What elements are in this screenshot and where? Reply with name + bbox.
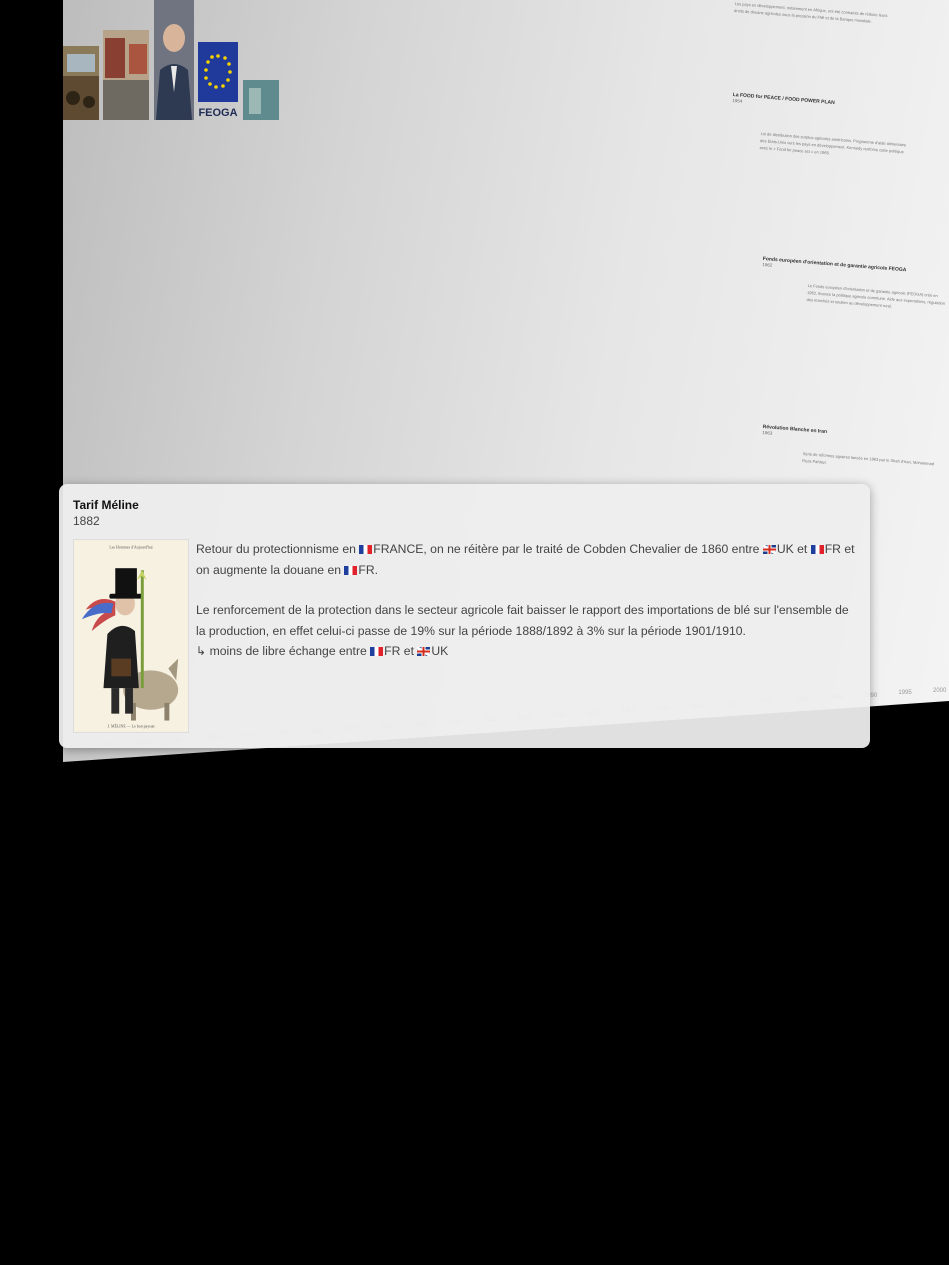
timeline-entry-3-text: Le Fonds européen d'orientation et de ga…: [806, 282, 946, 309]
text-segment: UK: [431, 644, 449, 658]
feoga-logo: FEOGA: [198, 42, 239, 119]
uk-flag-icon: [417, 647, 431, 656]
event-thumbnail-iran[interactable]: [242, 80, 279, 120]
text-segment: FR: [824, 542, 841, 556]
event-thumbnail-tractor[interactable]: [63, 46, 99, 120]
axis-tick-label: 1995: [898, 690, 912, 697]
text-segment: Retour du protectionnisme en: [196, 542, 360, 556]
event-detail-card[interactable]: Tarif Méline 1882 Les Hommes d'Aujourd'h…: [59, 484, 870, 748]
timeline-entry-4[interactable]: Révolution Blanche en Iran 1963: [762, 424, 943, 453]
text-segment: UK: [776, 542, 794, 556]
text-segment: et: [793, 542, 811, 556]
text-segment: , on ne réitère par le traité de Cobden …: [423, 542, 763, 556]
text-segment: et: [400, 644, 418, 658]
france-flag-icon: [810, 545, 824, 554]
description-paragraph-2: Le renforcement de la protection dans le…: [196, 603, 849, 638]
timeline-entry-2[interactable]: La FOOD for PEACE / FOOD POWER PLAN 1954: [732, 92, 913, 121]
timeline-entry-1[interactable]: Les pays en développement, notamment en …: [734, 0, 895, 27]
france-flag-icon: [370, 647, 384, 656]
timeline-entry-3[interactable]: Fonds européen d'orientation et de garan…: [762, 256, 943, 285]
event-thumbnail-town[interactable]: [103, 30, 150, 120]
feoga-label: FEOGA: [199, 107, 238, 119]
text-segment: FR: [358, 562, 375, 577]
image-header: Les Hommes d'Aujourd'hui: [109, 545, 153, 550]
image-caption: J. MÉLINE — Le bon paysan: [107, 723, 154, 728]
france-flag-icon: [344, 565, 358, 575]
uk-flag-icon: [762, 545, 776, 554]
france-flag-icon: [359, 545, 373, 554]
caricature-image: Les Hommes d'Aujourd'hui J. MÉLINE — Le …: [73, 539, 189, 733]
description-paragraph-3: ↳ moins de libre échange entre FR et UK: [196, 641, 856, 662]
entry-text: Les pays en développement, notamment en …: [733, 0, 888, 24]
event-title: Tarif Méline: [73, 498, 139, 512]
description-paragraph-1: Retour du protectionnisme en FRANCE, on …: [196, 539, 856, 580]
event-description: Retour du protectionnisme en FRANCE, on …: [196, 539, 856, 662]
text-segment: FRANCE: [373, 542, 424, 556]
text-segment: .: [374, 562, 379, 577]
text-segment: ↳ moins de libre échange entre: [196, 644, 371, 658]
timeline-entry-4-text: Série de réformes agraires lancée en 196…: [801, 450, 935, 467]
event-thumbnail-portrait[interactable]: [153, 0, 194, 120]
axis-tick-label: 2000: [933, 688, 947, 694]
timeline-entry-2-text: Loi de distribution des surplus agricole…: [759, 130, 907, 156]
event-year: 1882: [73, 514, 100, 528]
text-segment: FR: [384, 644, 401, 658]
